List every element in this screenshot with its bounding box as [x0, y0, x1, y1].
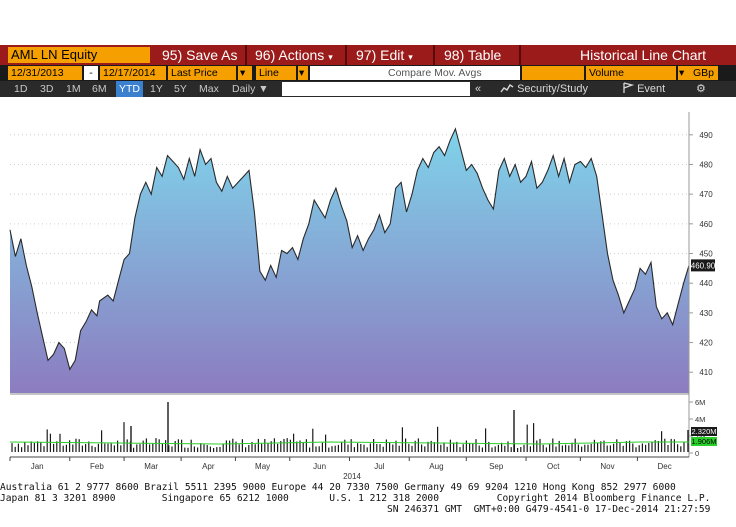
- gear-icon[interactable]: ⚙: [696, 81, 706, 97]
- range-button-ytd[interactable]: YTD: [116, 81, 143, 97]
- edit-label: 97) Edit: [356, 47, 405, 63]
- y-tick-label: 470: [699, 190, 713, 199]
- range-button-1m[interactable]: 1M: [66, 81, 81, 97]
- x-tick-label: May: [255, 462, 270, 471]
- y-tick-label: 490: [699, 131, 713, 140]
- x-tick-label: Feb: [90, 462, 104, 471]
- chart-title: Historical Line Chart: [580, 47, 707, 63]
- edit-button[interactable]: 97) Edit ▾: [356, 45, 413, 65]
- volume-tick-label: 4M: [695, 415, 705, 424]
- y-tick-label: 480: [699, 160, 713, 169]
- chart-style-select[interactable]: Line: [256, 66, 296, 80]
- x-tick-label: Mar: [144, 462, 158, 471]
- price-field-arrow[interactable]: ▾: [238, 66, 252, 80]
- last-price-label: 460.90: [691, 261, 716, 270]
- y-tick-label: 430: [699, 309, 713, 318]
- end-date-field[interactable]: 12/17/2014: [100, 66, 166, 80]
- range-button-5y[interactable]: 5Y: [174, 81, 187, 97]
- frequency-input[interactable]: [282, 82, 470, 96]
- frequency-select[interactable]: Daily ▼: [232, 81, 269, 97]
- x-tick-label: Nov: [600, 462, 614, 471]
- x-tick-label: Jan: [31, 462, 44, 471]
- x-tick-label: Jul: [374, 462, 384, 471]
- separator: [519, 45, 521, 65]
- chevron-down-icon: ▾: [408, 52, 413, 62]
- price-area: [10, 128, 689, 393]
- range-button-1y[interactable]: 1Y: [150, 81, 163, 97]
- x-tick-label: Apr: [202, 462, 215, 471]
- y-tick-label: 450: [699, 250, 713, 259]
- y-tick-label: 420: [699, 339, 713, 348]
- separator: [433, 45, 435, 65]
- x-axis: Jan Feb Mar Apr May Jun Jul Aug Sep Oct Nov Dec 2014: [9, 457, 672, 481]
- volume-arrow[interactable]: ▾: [678, 66, 690, 80]
- volume-tick-label: 0: [695, 449, 699, 458]
- y-tick-label: 410: [699, 368, 713, 377]
- volume-axis: 6M4M2M02.320M1.906M: [689, 398, 717, 458]
- actions-label: 96) Actions: [255, 47, 325, 63]
- y-tick-label: 440: [699, 279, 713, 288]
- x-tick-label: Aug: [429, 462, 443, 471]
- last-price-badge: 460.90: [691, 259, 716, 272]
- compare-mov-avgs-field[interactable]: Compare Mov. Avgs: [310, 66, 520, 80]
- footer-line-2: Japan 81 3 3201 8900 Singapore 65 6212 1…: [0, 493, 711, 504]
- y-axis: 410 420 430 440 450 460 470 480 490: [689, 131, 713, 377]
- x-tick-label: Dec: [657, 462, 671, 471]
- separator: [345, 45, 347, 65]
- volume-average-line: [9, 441, 689, 445]
- event-button[interactable]: Event: [622, 81, 665, 97]
- actions-button[interactable]: 96) Actions ▾: [255, 45, 333, 65]
- volume-last-label: 1.906M: [691, 437, 716, 446]
- chevron-down-icon: ▾: [328, 52, 333, 62]
- volume-tick-label: 6M: [695, 398, 705, 407]
- footer-line-1: Australia 61 2 9777 8600 Brazil 5511 239…: [0, 482, 676, 493]
- x-tick-label: Oct: [547, 462, 560, 471]
- event-flag-icon: [623, 82, 635, 93]
- currency-select[interactable]: GBp: [690, 66, 718, 80]
- range-button-1d[interactable]: 1D: [14, 81, 27, 97]
- save-as-button[interactable]: 95) Save As: [162, 45, 238, 65]
- ticker-field[interactable]: AML LN Equity: [8, 47, 150, 63]
- security-study-button[interactable]: Security/Study: [500, 81, 588, 97]
- volume-current-label: 2.320M: [691, 427, 716, 436]
- range-button-6m[interactable]: 6M: [92, 81, 107, 97]
- study-chart-icon: [500, 84, 514, 93]
- x-tick-label: Sep: [489, 462, 504, 471]
- x-year-label: 2014: [343, 472, 361, 481]
- footer-line-3: SN 246371 GMT GMT+0:00 G479-4541-0 17-De…: [0, 504, 711, 515]
- price-field-select[interactable]: Last Price: [168, 66, 236, 80]
- volume-bars: [9, 402, 689, 452]
- y-tick-label: 460: [699, 220, 713, 229]
- volume-select[interactable]: Volume: [586, 66, 676, 80]
- start-date-field[interactable]: 12/31/2013: [8, 66, 82, 80]
- collapse-button[interactable]: «: [475, 81, 481, 97]
- chart-style-spacer: [522, 66, 584, 80]
- event-label: Event: [637, 83, 666, 95]
- range-button-3d[interactable]: 3D: [40, 81, 53, 97]
- table-button[interactable]: 98) Table: [444, 45, 501, 65]
- date-separator: -: [84, 66, 98, 80]
- x-tick-label: Jun: [313, 462, 326, 471]
- separator: [245, 45, 247, 65]
- security-study-label: Security/Study: [517, 83, 588, 95]
- price-chart: 410 420 430 440 450 460 470 480 490 460.90 6M 4M 2…: [9, 112, 717, 481]
- chart-style-arrow[interactable]: ▾: [298, 66, 308, 80]
- range-button-max[interactable]: Max: [199, 81, 219, 97]
